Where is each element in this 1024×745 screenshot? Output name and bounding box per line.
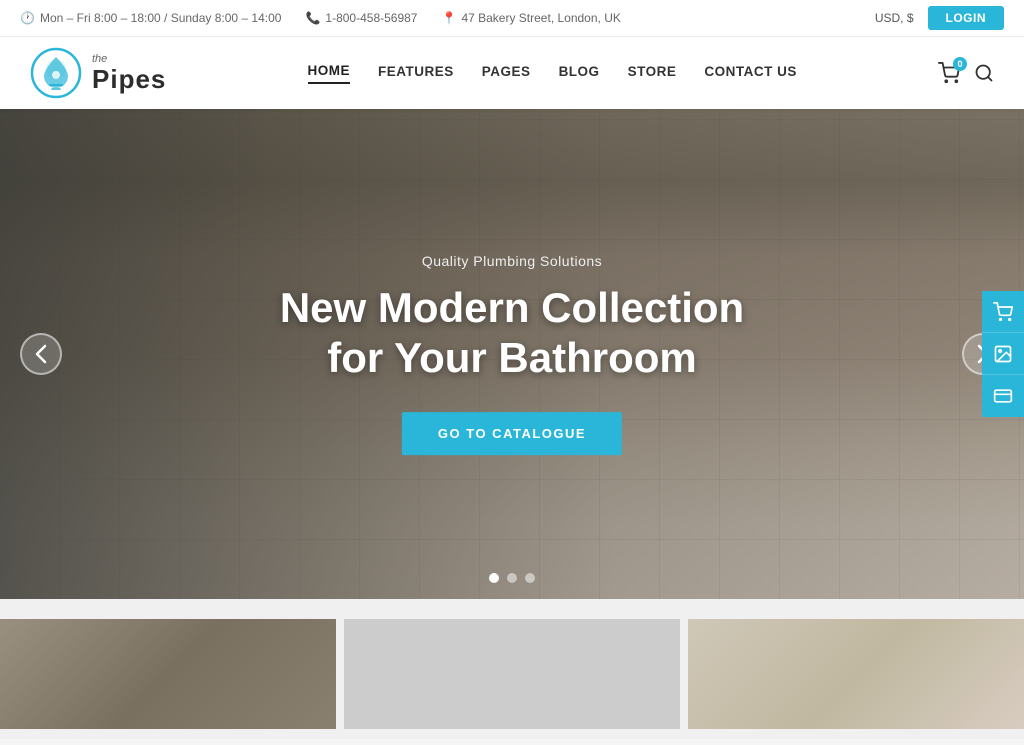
top-bar-right: USD, $ LOGIN — [875, 6, 1004, 30]
logo-name: Pipes — [92, 65, 166, 94]
slider-dots — [489, 573, 535, 583]
phone-item: 📞 1-800-458-56987 — [305, 11, 417, 25]
thumb-sep-1 — [336, 619, 344, 729]
nav-home[interactable]: HOME — [308, 63, 351, 84]
top-bar-left: 🕐 Mon – Fri 8:00 – 18:00 / Sunday 8:00 –… — [20, 11, 621, 25]
login-button[interactable]: LOGIN — [928, 6, 1005, 30]
nav-store[interactable]: STORE — [628, 64, 677, 83]
clock-icon: 🕐 — [20, 11, 35, 25]
slider-dot-1[interactable] — [489, 573, 499, 583]
hours-item: 🕐 Mon – Fri 8:00 – 18:00 / Sunday 8:00 –… — [20, 11, 281, 25]
cart-badge: 0 — [953, 57, 967, 71]
logo-text: the Pipes — [92, 53, 166, 94]
side-image-icon — [993, 344, 1013, 364]
thumb-sep-2 — [680, 619, 688, 729]
slider-dot-2[interactable] — [507, 573, 517, 583]
nav-blog[interactable]: BLOG — [559, 64, 600, 83]
hero-subtitle: Quality Plumbing Solutions — [280, 253, 744, 269]
currency-label: USD, $ — [875, 11, 914, 25]
nav-pages[interactable]: PAGES — [482, 64, 531, 83]
hero-title-line1: New Modern Collection — [280, 284, 744, 331]
side-card-icon — [993, 386, 1013, 406]
header: the Pipes HOME FEATURES PAGES BLOG STORE… — [0, 37, 1024, 109]
side-cart-button[interactable] — [982, 291, 1024, 333]
logo[interactable]: the Pipes — [30, 47, 166, 99]
slider-prev-button[interactable] — [20, 333, 62, 375]
search-icon — [974, 63, 994, 83]
thumb-1[interactable] — [0, 619, 336, 729]
thumbnail-strip — [0, 599, 1024, 739]
address-text: 47 Bakery Street, London, UK — [461, 11, 620, 25]
side-image-button[interactable] — [982, 333, 1024, 375]
top-bar: 🕐 Mon – Fri 8:00 – 18:00 / Sunday 8:00 –… — [0, 0, 1024, 37]
slider-dot-3[interactable] — [525, 573, 535, 583]
nav-contact[interactable]: CONTACT US — [704, 64, 797, 83]
side-cart-icon — [993, 302, 1013, 322]
hero-title-line2: for Your Bathroom — [327, 335, 696, 382]
side-quick-access — [982, 291, 1024, 417]
location-icon: 📍 — [441, 11, 456, 25]
logo-icon — [30, 47, 82, 99]
hours-text: Mon – Fri 8:00 – 18:00 / Sunday 8:00 – 1… — [40, 11, 282, 25]
cart-button[interactable]: 0 — [938, 62, 960, 84]
hero-cta-button[interactable]: GO TO CATALOGUE — [402, 412, 622, 455]
phone-text: 1-800-458-56987 — [325, 11, 417, 25]
nav-icons: 0 — [938, 62, 994, 84]
logo-the: the — [92, 53, 166, 65]
search-button[interactable] — [974, 63, 994, 83]
nav-features[interactable]: FEATURES — [378, 64, 454, 83]
thumb-3[interactable] — [688, 619, 1024, 729]
address-item: 📍 47 Bakery Street, London, UK — [441, 11, 620, 25]
phone-icon: 📞 — [305, 11, 320, 25]
thumb-2[interactable] — [344, 619, 680, 729]
hero-content: Quality Plumbing Solutions New Modern Co… — [280, 253, 744, 455]
main-nav: HOME FEATURES PAGES BLOG STORE CONTACT U… — [308, 63, 797, 84]
side-card-button[interactable] — [982, 375, 1024, 417]
arrow-left-icon — [35, 344, 47, 364]
hero-section: Quality Plumbing Solutions New Modern Co… — [0, 109, 1024, 599]
hero-title: New Modern Collection for Your Bathroom — [280, 283, 744, 384]
